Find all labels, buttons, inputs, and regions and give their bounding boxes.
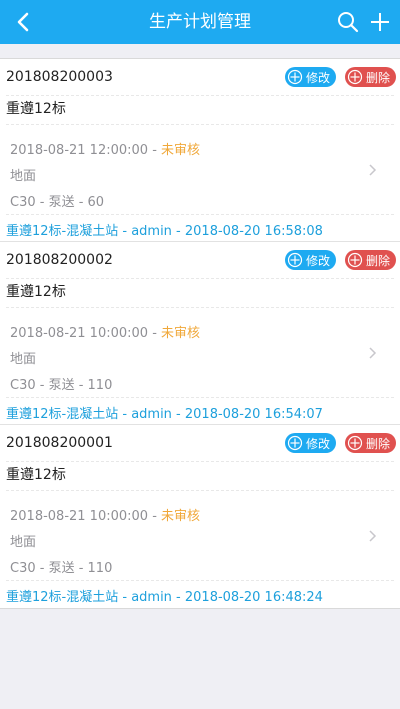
- project-name: 重遵12标: [6, 467, 66, 483]
- divider: [6, 397, 394, 398]
- project-name: 重遵12标: [6, 101, 66, 117]
- plan-footer: 重遵12标-混凝土站 - admin - 2018-08-20 16:58:08: [6, 224, 323, 239]
- plus-circle-icon: [287, 252, 303, 268]
- edit-button[interactable]: 修改: [285, 250, 337, 270]
- plan-code: 201808200002: [6, 252, 113, 268]
- plan-datetime: 2018-08-21 10:00:00: [10, 326, 149, 341]
- plan-time: 2018-08-21 10:00:00 - 未审核: [10, 509, 201, 524]
- chevron-right-icon: [369, 530, 377, 542]
- edit-button[interactable]: 修改: [285, 433, 337, 453]
- divider: [6, 307, 394, 308]
- divider: [6, 214, 394, 215]
- plan-datetime: 2018-08-21 10:00:00: [10, 509, 149, 524]
- plan-code: 201808200003: [6, 69, 113, 85]
- plus-icon[interactable]: [368, 10, 392, 34]
- plus-circle-icon: [347, 435, 363, 451]
- plan-code: 201808200001: [6, 435, 113, 451]
- plus-circle-icon: [287, 69, 303, 85]
- edit-label: 修改: [306, 70, 331, 85]
- plan-datetime: 2018-08-21 12:00:00: [10, 143, 149, 158]
- list-item[interactable]: 201808200002 修改 删除 重遵12标 2018-08-21 10:0…: [0, 242, 400, 425]
- search-icon[interactable]: [336, 10, 360, 34]
- divider: [6, 278, 394, 279]
- plan-spec: C30 - 泵送 - 110: [10, 378, 113, 393]
- plan-location: 地面: [10, 169, 37, 184]
- plan-list: 201808200003 修改 删除 重遵12标 2018-08-21 12:0…: [0, 58, 400, 609]
- plan-location: 地面: [10, 352, 37, 367]
- delete-label: 删除: [366, 253, 391, 268]
- list-item[interactable]: 201808200001 修改 删除 重遵12标 2018-08-21 10:0…: [0, 425, 400, 608]
- plus-circle-icon: [347, 69, 363, 85]
- status-badge: 未审核: [161, 509, 201, 524]
- delete-label: 删除: [366, 70, 391, 85]
- chevron-right-icon: [369, 347, 377, 359]
- status-badge: 未审核: [161, 326, 201, 341]
- edit-button[interactable]: 修改: [285, 67, 337, 87]
- delete-button[interactable]: 删除: [345, 250, 397, 270]
- edit-label: 修改: [306, 253, 331, 268]
- plan-time: 2018-08-21 10:00:00 - 未审核: [10, 326, 201, 341]
- plan-location: 地面: [10, 535, 37, 550]
- delete-button[interactable]: 删除: [345, 67, 397, 87]
- divider: [6, 95, 394, 96]
- project-name: 重遵12标: [6, 284, 66, 300]
- divider: [6, 580, 394, 581]
- edit-label: 修改: [306, 436, 331, 451]
- list-item[interactable]: 201808200003 修改 删除 重遵12标 2018-08-21 12:0…: [0, 59, 400, 242]
- plan-spec: C30 - 泵送 - 110: [10, 561, 113, 576]
- divider: [6, 490, 394, 491]
- delete-button[interactable]: 删除: [345, 433, 397, 453]
- delete-label: 删除: [366, 436, 391, 451]
- status-badge: 未审核: [161, 143, 201, 158]
- chevron-right-icon: [369, 164, 377, 176]
- plus-circle-icon: [347, 252, 363, 268]
- plan-time: 2018-08-21 12:00:00 - 未审核: [10, 143, 201, 158]
- plan-footer: 重遵12标-混凝土站 - admin - 2018-08-20 16:48:24: [6, 590, 323, 605]
- navbar: 生产计划管理: [0, 0, 400, 44]
- plus-circle-icon: [287, 435, 303, 451]
- plan-spec: C30 - 泵送 - 60: [10, 195, 105, 210]
- plan-footer: 重遵12标-混凝土站 - admin - 2018-08-20 16:54:07: [6, 407, 323, 422]
- divider: [6, 124, 394, 125]
- divider: [6, 461, 394, 462]
